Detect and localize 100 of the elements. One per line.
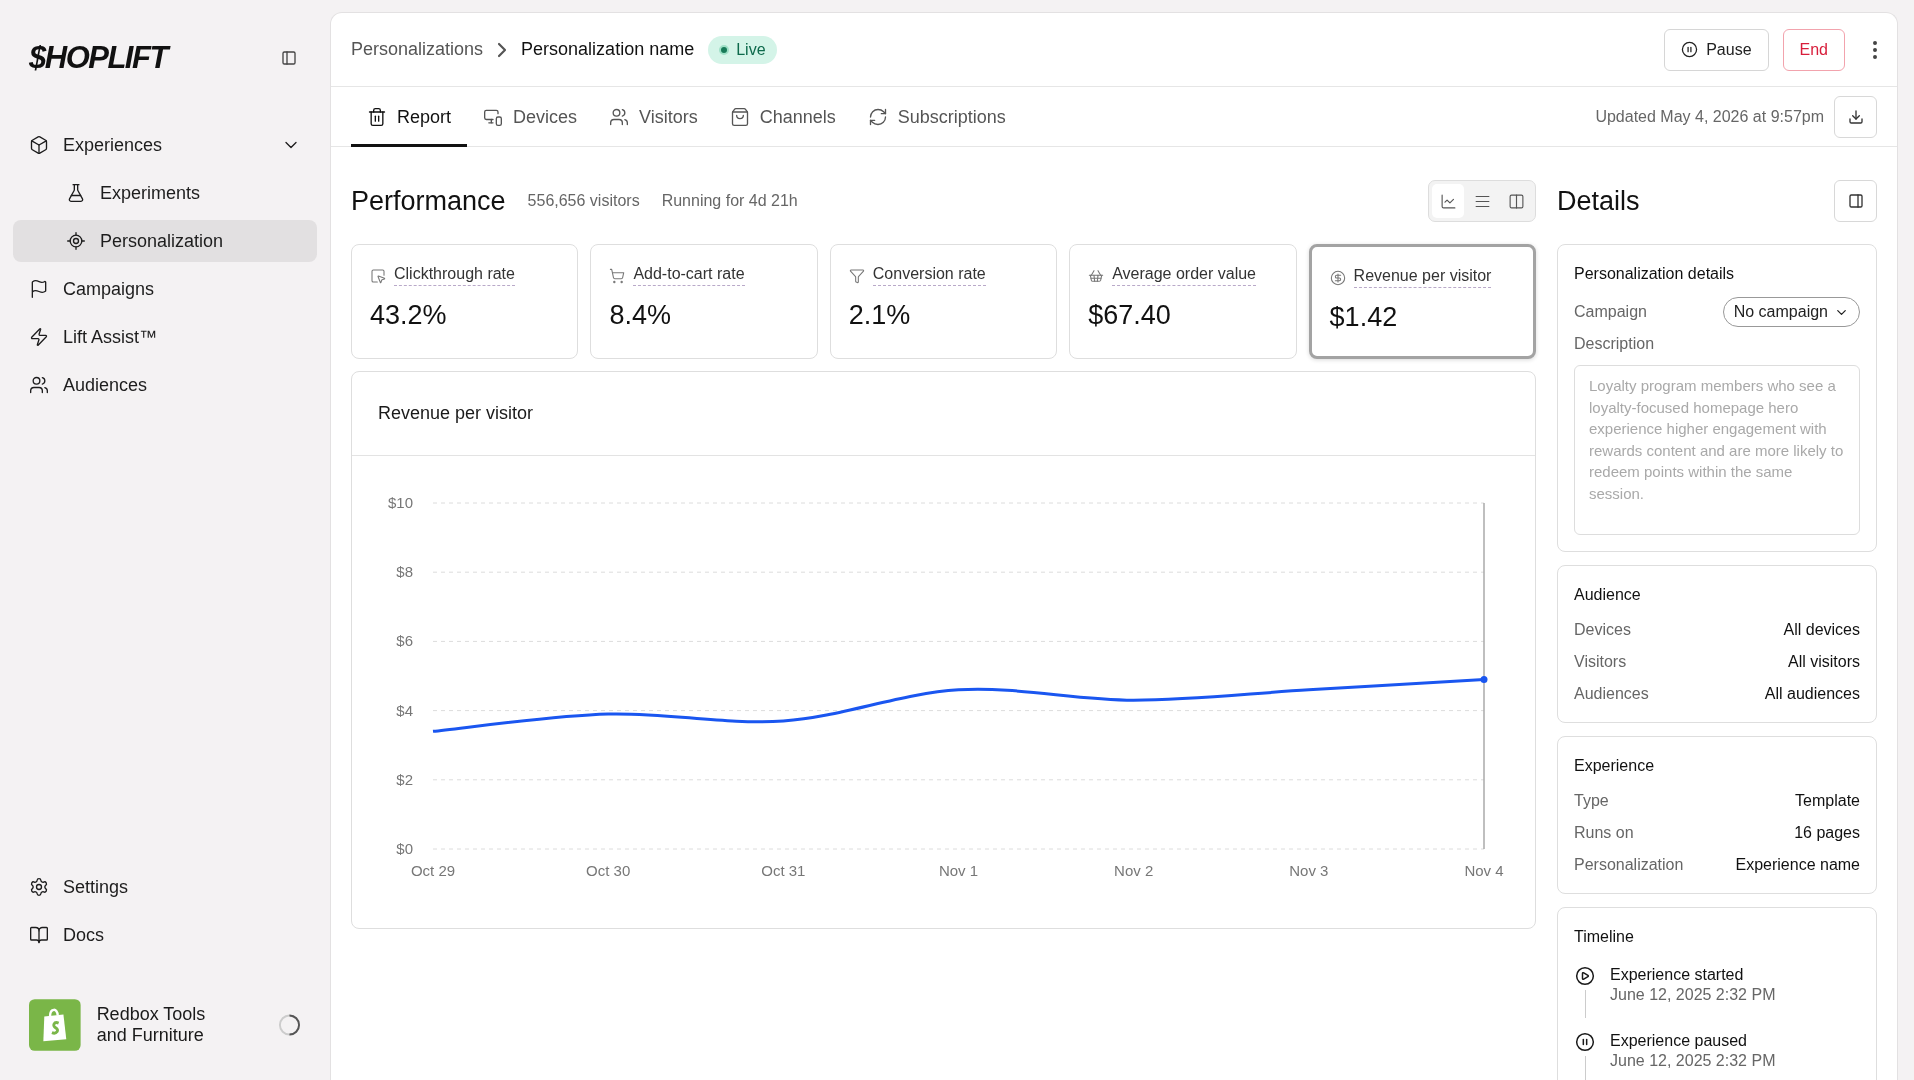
updated-time: Updated May 4, 2026 at 9:57pm — [1595, 107, 1824, 126]
y-axis-label: $4 — [396, 701, 413, 719]
trash-icon — [367, 107, 387, 127]
download-button[interactable] — [1834, 95, 1877, 138]
x-axis-label: Nov 4 — [1464, 862, 1504, 879]
event-title: Experience started — [1610, 966, 1745, 984]
store-name: Redbox Tools and Furniture — [96, 1004, 207, 1046]
pause-icon — [1681, 41, 1699, 58]
metric-label: Average order value — [1112, 265, 1256, 286]
metric-value: $1.42 — [1329, 302, 1399, 333]
metric-label: Clickthrough rate — [394, 265, 515, 286]
y-axis-label: $10 — [387, 494, 413, 511]
field-value: Template — [1795, 792, 1860, 810]
tab[interactable]: Subscriptions — [851, 87, 1022, 147]
metric-card[interactable]: Add-to-cart rate 8.4% — [590, 244, 818, 359]
field-value: All devices — [1783, 621, 1860, 639]
users-icon — [609, 107, 630, 127]
toggle-panel-button[interactable] — [1834, 180, 1877, 222]
y-axis-label: $2 — [396, 770, 413, 788]
tab[interactable]: Report — [351, 87, 468, 147]
metric-value: $67.40 — [1088, 300, 1172, 331]
event-time: June 12, 2025 2:32 PM — [1610, 986, 1776, 1004]
end-button[interactable]: End — [1782, 28, 1845, 71]
nav-item[interactable]: Audiences — [13, 364, 317, 406]
field-label: Personalization — [1574, 856, 1684, 874]
cart-icon — [609, 267, 626, 284]
status-badge: Live — [708, 35, 777, 64]
target-icon — [66, 231, 86, 251]
running-time: Running for 4d 21h — [661, 192, 798, 210]
field-value: All audiences — [1764, 685, 1860, 703]
pause-button[interactable]: Pause — [1664, 28, 1769, 71]
field-label: Campaign — [1574, 303, 1647, 321]
page-title: Personalization name — [521, 39, 695, 60]
line-chart-button[interactable] — [1432, 184, 1464, 218]
basket-icon — [1088, 267, 1105, 284]
event-time: June 12, 2025 2:32 PM — [1610, 1052, 1776, 1070]
breadcrumb-link[interactable]: Personalizations — [351, 39, 484, 60]
play-circle-icon — [1575, 966, 1595, 986]
nav-item[interactable]: Lift Assist™ — [13, 316, 317, 358]
users-icon — [29, 375, 49, 395]
lightning-icon — [29, 327, 49, 347]
chart-title: Revenue per visitor — [378, 403, 534, 424]
collapse-sidebar-button[interactable] — [281, 50, 297, 66]
metric-label: Revenue per visitor — [1353, 267, 1492, 288]
card-title: Experience — [1574, 757, 1656, 775]
metric-card[interactable]: Clickthrough rate 43.2% — [351, 244, 579, 359]
card-title: Audience — [1574, 586, 1642, 604]
description-field[interactable]: Loyalty program members who see a loyalty-focused homepage hero experience higher engagement with rewards content and are more likely to redeem points within the same session. — [1574, 365, 1860, 535]
data-point — [1480, 675, 1488, 683]
field-label: Runs on — [1574, 824, 1634, 842]
metric-card[interactable]: Revenue per visitor $1.42 — [1308, 244, 1536, 359]
campaign-select[interactable]: No campaign — [1722, 297, 1860, 327]
nav-item[interactable]: Settings — [13, 866, 317, 908]
settings-icon — [29, 877, 49, 897]
y-axis-label: $8 — [396, 563, 413, 581]
field-label: Visitors — [1574, 653, 1627, 671]
store-logo-icon — [29, 998, 81, 1052]
flask-icon — [66, 183, 86, 203]
x-axis-label: Nov 1 — [938, 862, 979, 879]
metric-value: 2.1% — [848, 300, 912, 331]
refresh-icon — [867, 107, 888, 127]
cursor-click-icon — [370, 267, 386, 284]
more-button[interactable] — [1873, 40, 1877, 59]
nav-item[interactable]: Personalization — [13, 220, 317, 262]
pause-circle-icon — [1575, 1032, 1595, 1052]
x-axis-label: Oct 30 — [586, 862, 631, 879]
x-axis-label: Oct 29 — [410, 862, 456, 879]
section-title: Performance — [351, 185, 506, 217]
flag-icon — [29, 279, 49, 299]
tab[interactable]: Channels — [713, 87, 852, 147]
field-label: Devices — [1574, 621, 1631, 639]
card-title: Personalization details — [1574, 265, 1736, 283]
y-axis-label: $0 — [396, 840, 413, 857]
metric-card[interactable]: Conversion rate 2.1% — [829, 244, 1058, 359]
bag-icon — [729, 107, 750, 127]
field-value: All visitors — [1788, 653, 1860, 671]
panel-icon — [1847, 193, 1864, 209]
book-icon — [29, 925, 49, 945]
line-chart-icon — [1439, 192, 1457, 210]
visitor-count: 556,656 visitors — [527, 192, 640, 210]
x-axis-label: Nov 3 — [1289, 862, 1329, 879]
y-axis-label: $6 — [396, 632, 413, 650]
nav-item[interactable]: Campaigns — [13, 268, 317, 310]
chevron-right-icon — [497, 41, 508, 58]
funnel-icon — [848, 267, 865, 284]
tab[interactable]: Visitors — [593, 87, 714, 147]
nav-item[interactable]: Experiences — [13, 124, 317, 166]
field-value: 16 pages — [1794, 824, 1860, 842]
event-title: Experience paused — [1610, 1032, 1748, 1050]
devices-icon — [483, 107, 504, 127]
tab[interactable]: Devices — [467, 87, 594, 147]
card-title: Timeline — [1574, 928, 1635, 946]
kebab-icon — [1873, 40, 1877, 59]
nav-item[interactable]: Experiments — [13, 172, 317, 214]
x-axis-label: Nov 2 — [1114, 862, 1154, 879]
metric-label: Conversion rate — [872, 265, 986, 286]
field-label: Type — [1574, 792, 1609, 810]
download-icon — [1847, 108, 1864, 125]
metric-card[interactable]: Average order value $67.40 — [1069, 244, 1297, 359]
nav-item[interactable]: Docs — [13, 914, 317, 956]
